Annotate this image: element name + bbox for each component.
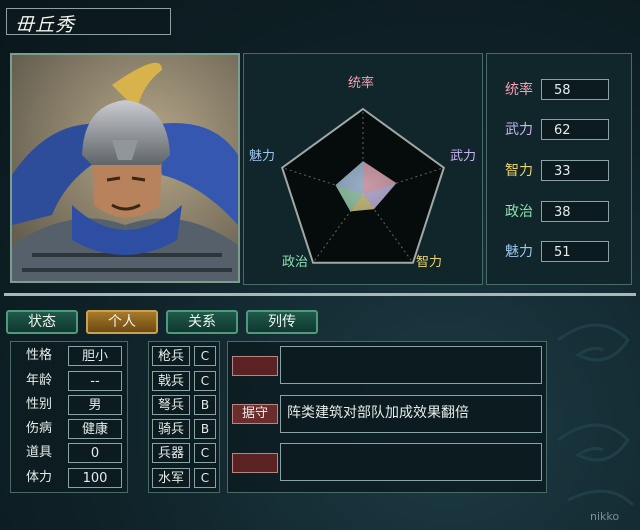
stat-row-wuli: 武力 62 — [501, 118, 609, 140]
radar-label-zhengzhi: 政治 — [282, 255, 309, 270]
profile-value-gender: 男 — [68, 395, 122, 415]
general-name: 毌丘秀 — [6, 8, 171, 36]
stat-value: 62 — [541, 118, 609, 140]
aptitude-grade-halberd: C — [194, 371, 216, 391]
aptitude-grade-siege: C — [194, 443, 216, 463]
profile-label-age: 年龄 — [25, 373, 52, 388]
tab-biography[interactable]: 列传 — [246, 310, 318, 334]
profile-value-items: 0 — [68, 443, 122, 463]
section-divider — [4, 293, 636, 296]
decorative-swirl-ornament — [557, 323, 635, 507]
tab-status[interactable]: 状态 — [6, 310, 78, 334]
aptitude-label-halberd: 戟兵 — [152, 371, 190, 391]
profile-label-personality: 性格 — [25, 348, 52, 363]
radar-label-wuli: 武力 — [450, 149, 477, 164]
stat-label: 武力 — [505, 122, 533, 138]
attribute-radar-panel: 统率 武力 智力 政治 魅力 — [243, 53, 483, 285]
general-portrait — [10, 53, 240, 283]
aptitude-label-crossbow: 弩兵 — [152, 395, 190, 415]
trait-slot-3[interactable] — [232, 453, 278, 473]
profile-label-stamina: 体力 — [25, 470, 52, 485]
stat-value: 38 — [541, 200, 609, 222]
aptitude-label-navy: 水军 — [152, 468, 190, 488]
aptitude-grade-spear: C — [194, 346, 216, 366]
stat-label: 政治 — [505, 204, 533, 220]
profile-label-gender: 性别 — [25, 397, 52, 412]
aptitude-label-cavalry: 骑兵 — [152, 419, 190, 439]
radar-label-tongshuai: 统率 — [348, 76, 375, 91]
stat-row-zhengzhi: 政治 38 — [501, 200, 609, 222]
stat-value: 33 — [541, 159, 609, 181]
stat-label: 统率 — [505, 82, 533, 98]
radar-label-zhili: 智力 — [416, 255, 443, 270]
radar-label-meili: 魅力 — [249, 149, 276, 164]
stat-row-tongshuai: 统率 58 — [501, 78, 609, 100]
trait-description-2: 阵类建筑对部队加成效果翻倍 — [280, 395, 542, 433]
watermark: nikko — [590, 510, 620, 523]
profile-value-personality: 胆小 — [68, 346, 122, 366]
aptitude-label-siege: 兵器 — [152, 443, 190, 463]
attribute-stats-panel: 统率 58 武力 62 智力 33 政治 38 魅力 51 — [486, 53, 632, 285]
stat-value: 58 — [541, 78, 609, 100]
portrait-image — [12, 55, 238, 281]
profile-label-injury: 伤病 — [25, 421, 52, 436]
stat-row-meili: 魅力 51 — [501, 240, 609, 262]
profile-value-stamina: 100 — [68, 468, 122, 488]
aptitude-label-spear: 枪兵 — [152, 346, 190, 366]
profile-label-items: 道具 — [25, 445, 52, 460]
trait-description-3 — [280, 443, 542, 481]
tab-relations[interactable]: 关系 — [166, 310, 238, 334]
stat-value: 51 — [541, 240, 609, 262]
aptitude-grade-crossbow: B — [194, 395, 216, 415]
stat-label: 智力 — [505, 163, 533, 179]
stat-label: 魅力 — [505, 244, 533, 260]
tab-personal[interactable]: 个人 — [86, 310, 158, 334]
profile-value-injury: 健康 — [68, 419, 122, 439]
profile-value-age: -- — [68, 371, 122, 391]
stat-row-zhili: 智力 33 — [501, 159, 609, 181]
aptitude-grade-navy: C — [194, 468, 216, 488]
trait-slot-2[interactable]: 据守 — [232, 404, 278, 424]
trait-description-1 — [280, 346, 542, 384]
trait-slot-1[interactable] — [232, 356, 278, 376]
aptitude-grade-cavalry: B — [194, 419, 216, 439]
